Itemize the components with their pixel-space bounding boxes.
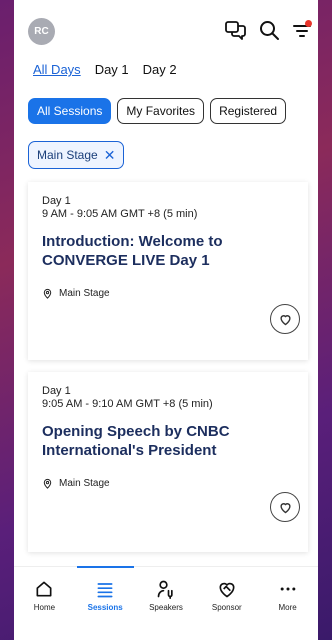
location-pin-icon bbox=[43, 288, 52, 299]
nav-label-home: Home bbox=[33, 603, 56, 612]
favorite-button[interactable] bbox=[270, 304, 300, 334]
heart-icon bbox=[279, 502, 291, 513]
session-location-label: Main Stage bbox=[59, 478, 110, 489]
avatar[interactable]: RC bbox=[28, 18, 55, 45]
session-time: 9 AM - 9:05 AM GMT +8 (5 min) bbox=[42, 208, 198, 220]
speaker-icon bbox=[157, 580, 173, 599]
more-icon bbox=[280, 587, 295, 591]
session-title[interactable]: Introduction: Welcome to CONVERGE LIVE D… bbox=[42, 232, 294, 270]
bottom-nav: Home Sessions Speakers Sponsor More bbox=[14, 566, 318, 640]
home-icon bbox=[36, 581, 52, 597]
active-filter-chip[interactable]: Main Stage ✕ bbox=[28, 141, 125, 169]
nav-label-speakers: Speakers bbox=[149, 603, 183, 612]
filter-badge bbox=[305, 20, 312, 27]
tab-day-1[interactable]: Day 1 bbox=[95, 62, 129, 77]
session-filter-chips: All Sessions My Favorites Registered bbox=[28, 98, 287, 124]
session-card[interactable]: Day 1 9:05 AM - 9:10 AM GMT +8 (5 min) O… bbox=[28, 372, 308, 552]
nav-item-sessions[interactable]: Sessions bbox=[75, 566, 136, 640]
nav-label-sponsor: Sponsor bbox=[211, 603, 242, 612]
nav-item-home[interactable]: Home bbox=[14, 567, 75, 640]
session-location: Main Stage bbox=[42, 478, 294, 489]
nav-label-more: More bbox=[278, 603, 297, 612]
session-location-label: Main Stage bbox=[59, 288, 110, 299]
all-sessions-chip[interactable]: All Sessions bbox=[28, 98, 112, 124]
heart-icon bbox=[279, 314, 291, 325]
nav-item-speakers[interactable]: Speakers bbox=[136, 567, 197, 640]
active-filter-label: Main Stage bbox=[37, 148, 98, 162]
registered-chip[interactable]: Registered bbox=[210, 98, 287, 124]
search-icon[interactable] bbox=[257, 18, 281, 42]
filter-icon[interactable] bbox=[290, 18, 314, 42]
session-card[interactable]: Day 1 9 AM - 9:05 AM GMT +8 (5 min) Intr… bbox=[28, 182, 308, 360]
session-title[interactable]: Opening Speech by CNBC International's P… bbox=[42, 422, 294, 460]
nav-item-sponsor[interactable]: Sponsor bbox=[196, 567, 257, 640]
top-bar: RC bbox=[14, 14, 318, 48]
day-tabs: All Days Day 1 Day 2 bbox=[33, 62, 177, 77]
handshake-icon bbox=[219, 582, 235, 598]
phone-screen: RC All Days Day 1 Day 2 All Sessions My … bbox=[14, 0, 318, 640]
location-pin-icon bbox=[43, 478, 52, 489]
nav-item-more[interactable]: More bbox=[257, 567, 318, 640]
chat-icon[interactable] bbox=[223, 18, 247, 42]
tab-all-days[interactable]: All Days bbox=[33, 62, 81, 77]
session-day: Day 1 bbox=[42, 195, 71, 207]
list-icon bbox=[97, 583, 113, 598]
session-location: Main Stage bbox=[42, 288, 294, 299]
nav-label-sessions: Sessions bbox=[87, 603, 123, 612]
my-favorites-chip[interactable]: My Favorites bbox=[117, 98, 205, 124]
session-time: 9:05 AM - 9:10 AM GMT +8 (5 min) bbox=[42, 398, 213, 410]
tab-day-2[interactable]: Day 2 bbox=[143, 62, 177, 77]
session-day: Day 1 bbox=[42, 385, 71, 397]
remove-filter-icon[interactable]: ✕ bbox=[104, 147, 116, 164]
favorite-button[interactable] bbox=[270, 492, 300, 522]
